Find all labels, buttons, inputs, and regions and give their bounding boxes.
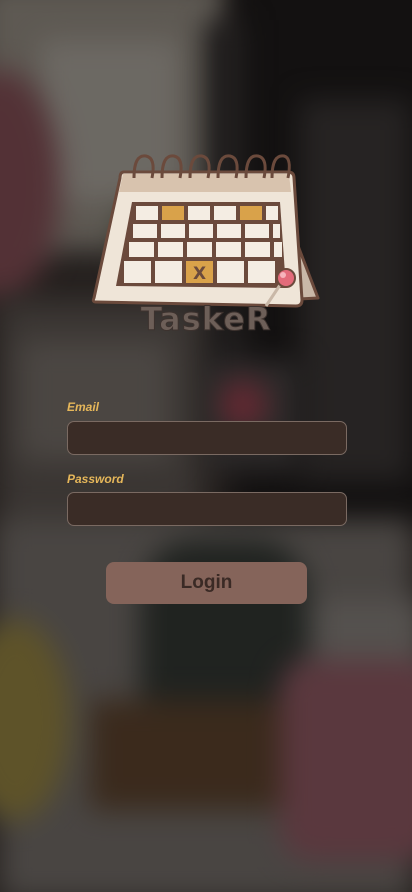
app-name: TaskeR (140, 300, 272, 339)
calendar-mark: X (193, 264, 206, 284)
login-button[interactable]: Login (106, 562, 307, 604)
password-label: Password (67, 472, 124, 486)
password-field[interactable] (67, 492, 347, 526)
email-field[interactable] (67, 421, 347, 455)
email-label: Email (67, 400, 100, 414)
